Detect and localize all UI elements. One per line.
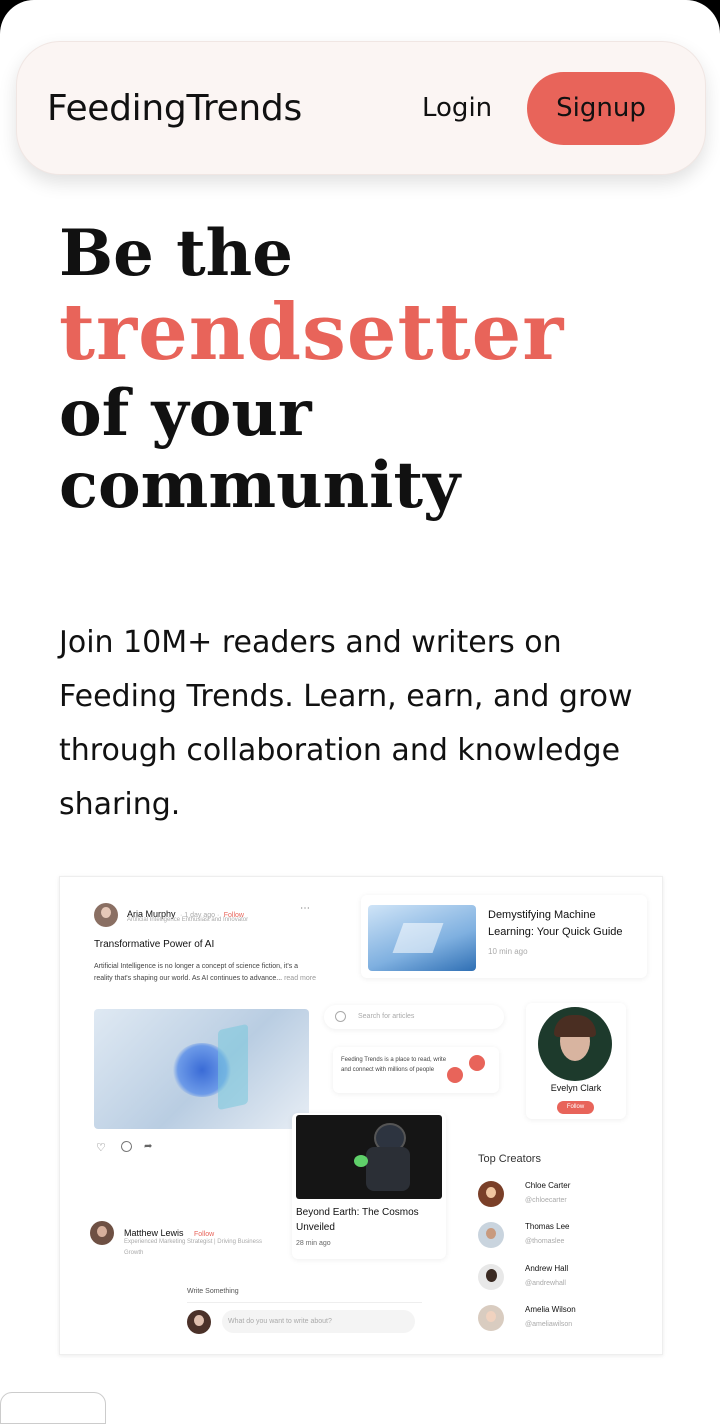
search-input[interactable]: Search for articles (358, 1013, 414, 1020)
creator-list-item[interactable]: Thomas Lee @thomaslee (478, 1220, 648, 1250)
read-more-link[interactable]: read more (284, 975, 316, 982)
creator-handle: @thomaslee (525, 1238, 565, 1245)
article-thumbnail (296, 1115, 442, 1199)
creator-name: Thomas Lee (525, 1222, 570, 1231)
top-creators-title: Top Creators (478, 1153, 541, 1165)
creator-name: Amelia Wilson (525, 1305, 576, 1314)
composer-input[interactable]: What do you want to write about? (222, 1310, 415, 1333)
avatar (478, 1181, 504, 1207)
divider (187, 1302, 422, 1303)
avatar (94, 903, 118, 927)
article-card[interactable]: Demystifying Machine Learning: Your Quic… (361, 895, 647, 978)
share-icon[interactable]: ➦ (144, 1141, 152, 1152)
article-time: 10 min ago (488, 947, 528, 956)
article-title: Beyond Earth: The Cosmos Unveiled (296, 1207, 419, 1233)
about-text: Feeding Trends is a place to read, write… (341, 1057, 447, 1073)
article-thumbnail (368, 905, 476, 971)
window-top (0, 0, 720, 60)
creator-handle: @chloecarter (525, 1197, 567, 1204)
post-title: Transformative Power of AI (94, 939, 215, 950)
hero-line-2: trendsetter (59, 287, 565, 378)
about-card: Feeding Trends is a place to read, write… (333, 1047, 499, 1093)
comment-icon[interactable] (121, 1141, 132, 1152)
article-card[interactable]: Beyond Earth: The Cosmos Unveiled 28 min… (292, 1113, 446, 1259)
chat-icon (469, 1055, 485, 1071)
creator-card: Evelyn Clark Follow (526, 1003, 626, 1119)
hero-line-3: of your (59, 376, 312, 451)
creator-name: Chloe Carter (525, 1181, 571, 1190)
avatar (478, 1305, 504, 1331)
post-role: Artificial Intelligence Enthusiast and I… (127, 917, 249, 923)
search-bar[interactable]: Search for articles (324, 1005, 504, 1029)
signup-button[interactable]: Signup (527, 72, 675, 145)
hero-line-1: Be the (59, 216, 293, 291)
avatar (538, 1007, 612, 1081)
article-time: 28 min ago (296, 1240, 331, 1247)
post-card: Aria Murphy · 1 day ago · Follow Artific… (84, 895, 316, 1169)
creator-list-item[interactable]: Amelia Wilson @ameliawilson (478, 1303, 648, 1333)
post-excerpt: Artificial Intelligence is no longer a c… (94, 963, 299, 982)
creator-list-item[interactable]: Chloe Carter @chloecarter (478, 1179, 648, 1209)
hero-line-4: community (59, 448, 461, 523)
login-link[interactable]: Login (422, 93, 492, 123)
hero-heading: Be the trendsetter of your community (59, 222, 564, 526)
creator-name: Evelyn Clark (550, 1083, 602, 1093)
creator-name: Andrew Hall (525, 1264, 569, 1273)
post-author-row: Matthew Lewis Follow Experienced Marketi… (90, 1221, 290, 1261)
article-title: Demystifying Machine Learning: Your Quic… (488, 909, 623, 938)
brand-logo[interactable]: FeedingTrends (47, 88, 302, 129)
search-icon (335, 1011, 346, 1022)
post-image (94, 1009, 309, 1129)
composer-label: Write Something (187, 1288, 239, 1295)
avatar (478, 1264, 504, 1290)
avatar (478, 1222, 504, 1248)
avatar (187, 1310, 211, 1334)
chat-icon (447, 1067, 463, 1083)
app-preview-image: Aria Murphy · 1 day ago · Follow Artific… (59, 876, 663, 1355)
creator-handle: @ameliawilson (525, 1321, 573, 1328)
creator-handle: @andrewhall (525, 1280, 566, 1287)
avatar (90, 1221, 114, 1245)
more-options-icon[interactable]: ⋯ (300, 903, 310, 914)
navbar: FeedingTrends Login Signup (16, 41, 706, 175)
creator-list-item[interactable]: Andrew Hall @andrewhall (478, 1262, 648, 1292)
composer-placeholder: What do you want to write about? (228, 1318, 332, 1325)
bottom-tab-handle[interactable] (0, 1392, 106, 1424)
post-role: Experienced Marketing Strategist | Drivi… (124, 1239, 262, 1256)
hero-description: Join 10M+ readers and writers on Feeding… (59, 625, 633, 822)
heart-icon[interactable]: ♡ (96, 1141, 106, 1154)
follow-button[interactable]: Follow (557, 1101, 594, 1114)
